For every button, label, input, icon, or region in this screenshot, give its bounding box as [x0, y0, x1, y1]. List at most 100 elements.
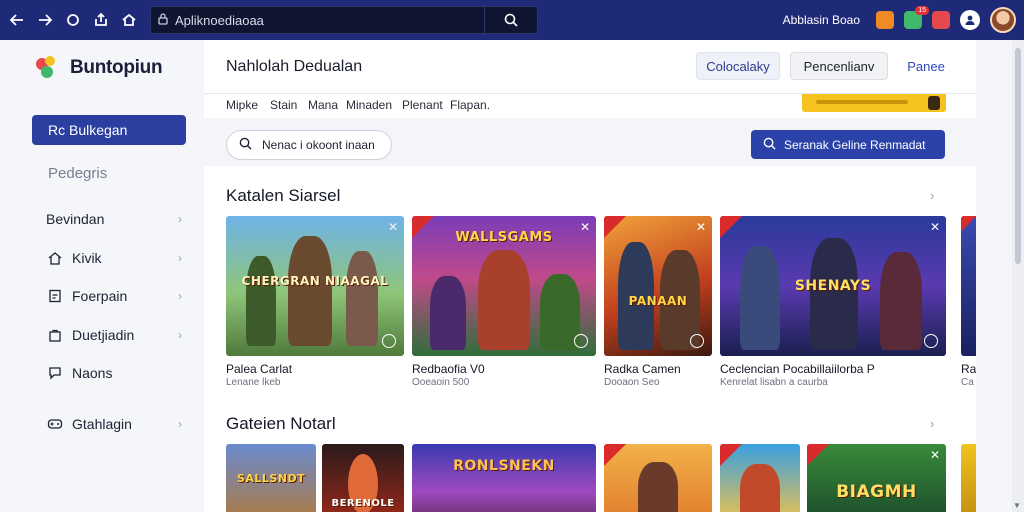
game-card[interactable] — [961, 444, 976, 512]
share-icon[interactable] — [88, 7, 114, 33]
app-logo[interactable]: Buntopiun — [36, 56, 163, 80]
url-text: Apliknoediaoaa — [175, 12, 264, 28]
search-button[interactable]: Seranak Geline Renmadat — [751, 130, 945, 159]
card-banner: CHERGRAN NIAAGAL — [241, 274, 389, 288]
logo-icon — [36, 56, 62, 80]
hot-ribbon — [412, 216, 434, 238]
sidebar-item-5[interactable]: Gtahlagin › — [46, 412, 186, 436]
lock-icon — [151, 12, 175, 28]
sidebar-item-active[interactable]: Rc Bulkegan — [32, 115, 186, 145]
game-card[interactable]: BIAGMH ✕ — [807, 444, 946, 512]
page-scrollbar[interactable]: ▼ — [1012, 40, 1024, 512]
avatar[interactable] — [990, 7, 1016, 33]
section-title: Gateien Notarl — [226, 414, 336, 433]
filter-link[interactable]: Plenant — [402, 98, 443, 112]
account-label[interactable]: Abblasin Boao — [783, 13, 860, 27]
play-icon[interactable] — [924, 334, 938, 348]
chevron-right-icon: › — [178, 328, 182, 342]
browser-toolbar: Apliknoediaoaa Abblasin Boao 15 — [0, 0, 1024, 40]
game-card[interactable]: PANAAN ✕ — [604, 216, 712, 356]
sidebar-item-0[interactable]: Bevindan › — [46, 207, 186, 231]
forward-icon[interactable] — [32, 7, 58, 33]
page-header: Nahlolah Dedualan Colocalaky Pencenlianv… — [204, 40, 976, 94]
filter-link[interactable]: Mipke — [226, 98, 258, 112]
search-input[interactable]: Nenac i okoont inaan — [226, 130, 392, 160]
sidebar-item-3[interactable]: Duetjiadin › — [46, 323, 186, 347]
search-icon — [239, 137, 252, 153]
sidebar-item-4[interactable]: Naons — [46, 361, 186, 385]
document-icon — [46, 288, 64, 304]
close-icon[interactable]: ✕ — [580, 220, 590, 234]
close-icon[interactable]: ✕ — [930, 220, 940, 234]
content-area: Katalen Siarsel › CHERGRAN NIAAGAL ✕ Pal… — [204, 166, 976, 512]
card-subtitle: Ca — [961, 377, 974, 388]
game-card[interactable]: WALLSGAMS ✕ — [412, 216, 596, 356]
card-title: Palea Carlat — [226, 362, 293, 376]
scroll-thumb[interactable] — [1015, 48, 1021, 264]
scroll-down-icon[interactable]: ▼ — [1013, 501, 1021, 510]
extension-green-icon[interactable]: 15 — [904, 6, 929, 29]
sidebar-item-2[interactable]: Foerpain › — [46, 284, 186, 308]
filter-link[interactable]: Minaden — [346, 98, 392, 112]
profile-icon[interactable] — [960, 10, 980, 30]
game-card[interactable]: SALLSNDT — [226, 444, 316, 512]
hot-ribbon — [604, 216, 626, 238]
bag-icon — [46, 327, 64, 343]
game-card[interactable] — [604, 444, 712, 512]
hot-ribbon — [604, 444, 626, 466]
close-icon[interactable]: ✕ — [930, 448, 940, 462]
close-icon[interactable]: ✕ — [388, 220, 398, 234]
play-icon[interactable] — [690, 334, 704, 348]
gamepad-icon — [46, 416, 64, 432]
reload-icon[interactable] — [60, 7, 86, 33]
chevron-right-icon: › — [178, 417, 182, 431]
card-title: Redbaofia V0 — [412, 362, 485, 376]
header-button-b[interactable]: Pencenlianv — [790, 52, 888, 80]
card-title: Radka Camen — [604, 362, 681, 376]
game-card[interactable] — [961, 216, 976, 356]
game-card[interactable]: BERENOLE — [322, 444, 404, 512]
chevron-right-icon[interactable]: › — [930, 188, 934, 203]
card-subtitle: Dooaon Seo — [604, 377, 660, 388]
card-banner: WALLSGAMS — [455, 230, 553, 245]
search-icon — [763, 137, 776, 153]
card-banner: SALLSNDT — [236, 472, 306, 485]
chat-icon — [46, 365, 64, 381]
card-banner: SHENAYS — [794, 278, 872, 294]
sidebar-section-label: Pedegris — [48, 165, 108, 182]
filter-link[interactable]: Stain — [270, 98, 297, 112]
notification-badge: 15 — [915, 6, 929, 15]
card-subtitle: Ooeaoin 500 — [412, 377, 470, 388]
main-panel: Nahlolah Dedualan Colocalaky Pencenlianv… — [204, 40, 976, 512]
hot-ribbon — [720, 444, 742, 466]
chevron-right-icon[interactable]: › — [930, 416, 934, 431]
filter-link[interactable]: Flapan. — [450, 98, 490, 112]
play-icon[interactable] — [382, 334, 396, 348]
play-icon[interactable] — [574, 334, 588, 348]
game-card[interactable]: RONLSNEKN — [412, 444, 596, 512]
game-card[interactable]: SHENAYS ✕ — [720, 216, 946, 356]
page-title: Nahlolah Dedualan — [226, 58, 363, 75]
card-banner: PANAAN — [628, 294, 688, 308]
extension-red-icon[interactable] — [932, 11, 950, 29]
game-card[interactable]: CHERGRAN NIAAGAL ✕ — [226, 216, 404, 356]
card-banner: RONLSNEKN — [453, 458, 555, 474]
search-icon[interactable] — [485, 13, 537, 27]
extension-orange-icon[interactable] — [876, 11, 894, 29]
chevron-right-icon: › — [178, 212, 182, 226]
logo-text: Buntopiun — [70, 57, 163, 78]
chevron-right-icon: › — [178, 289, 182, 303]
card-subtitle: Lenane lkeb — [226, 377, 281, 388]
sidebar-item-1[interactable]: Kivik › — [46, 246, 186, 270]
back-icon[interactable] — [4, 7, 30, 33]
address-bar[interactable]: Apliknoediaoaa — [150, 6, 538, 34]
close-icon[interactable]: ✕ — [696, 220, 706, 234]
filter-link[interactable]: Mana — [308, 98, 338, 112]
card-title: Ra — [961, 362, 976, 376]
game-card[interactable] — [720, 444, 800, 512]
promo-banner[interactable] — [802, 94, 946, 112]
home-icon[interactable] — [116, 7, 142, 33]
header-button-a[interactable]: Colocalaky — [696, 52, 780, 80]
header-button-c[interactable]: Panee — [898, 52, 954, 80]
section-title: Katalen Siarsel — [226, 186, 341, 205]
